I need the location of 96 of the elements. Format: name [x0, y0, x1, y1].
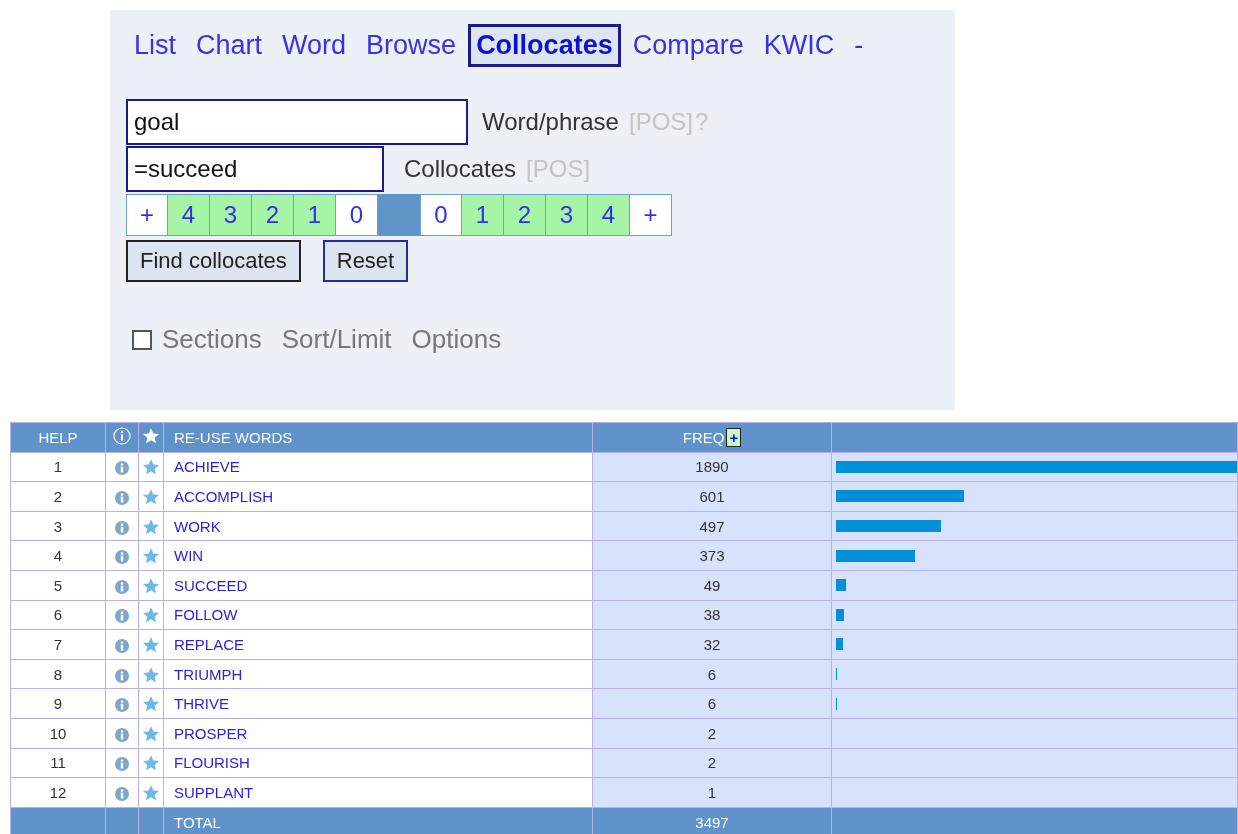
star-icon[interactable] — [142, 517, 160, 536]
reset-button[interactable]: Reset — [322, 240, 409, 282]
sections-link[interactable]: Sections — [162, 324, 262, 355]
info-icon[interactable] — [115, 638, 129, 653]
rank-cell: 7 — [10, 629, 106, 660]
word-link[interactable]: REPLACE — [163, 629, 593, 660]
star-icon[interactable] — [142, 754, 160, 773]
rank-cell: 3 — [10, 511, 106, 541]
word-link[interactable]: SUCCEED — [163, 570, 593, 601]
span-cell[interactable]: 0 — [420, 194, 462, 236]
freq-cell: 2 — [592, 718, 832, 749]
span-cell[interactable]: + — [630, 194, 672, 236]
word-link[interactable]: TRIUMPH — [163, 659, 593, 689]
star-icon[interactable] — [142, 576, 160, 595]
span-cell[interactable]: 0 — [336, 194, 378, 236]
total-cell: 3497 — [592, 807, 832, 834]
nav-tab[interactable]: Compare — [624, 24, 752, 67]
freq-cell: 32 — [592, 629, 832, 660]
star-icon[interactable] — [142, 665, 160, 684]
checkbox[interactable] — [132, 329, 152, 350]
star-icon[interactable] — [142, 724, 160, 743]
star-icon[interactable] — [142, 547, 160, 566]
span-cell[interactable]: 1 — [294, 194, 336, 236]
sort-link[interactable]: Sort/Limit — [281, 324, 392, 355]
word-link[interactable]: WORK — [163, 511, 593, 541]
word-link[interactable]: SUPPLANT — [163, 777, 593, 808]
span-cell[interactable]: 4 — [588, 194, 630, 236]
info-icon[interactable] — [115, 727, 129, 742]
info-icon[interactable] — [115, 668, 129, 683]
span-cell[interactable]: 2 — [252, 194, 294, 236]
rank-cell: 10 — [10, 718, 106, 749]
freq-cell: 1890 — [592, 452, 832, 482]
info-header-icon — [113, 426, 131, 445]
node-marker — [378, 194, 420, 236]
freq-cell: 1 — [592, 777, 832, 808]
info-icon[interactable] — [115, 579, 129, 594]
rank-cell: 8 — [10, 659, 106, 689]
info-icon[interactable] — [115, 786, 129, 801]
total-label: TOTAL — [163, 807, 593, 834]
span-cell[interactable]: 3 — [210, 194, 252, 236]
rank-cell: 6 — [10, 600, 106, 630]
star-icon[interactable] — [142, 606, 160, 625]
nav-tab[interactable]: - — [846, 24, 872, 67]
collocates-field[interactable]: =succeed — [126, 146, 384, 192]
word-link[interactable]: FOLLOW — [163, 600, 593, 630]
span-cell[interactable]: 4 — [168, 194, 210, 236]
freq-cell: 38 — [592, 600, 832, 630]
word-link[interactable]: PROSPER — [163, 718, 593, 749]
word-link[interactable]: FLOURISH — [163, 748, 593, 778]
nav-tab[interactable]: List — [126, 24, 185, 67]
find-button[interactable]: Find collocates — [126, 240, 301, 282]
span-cell[interactable]: 2 — [504, 194, 546, 236]
nav-tab[interactable]: Chart — [188, 24, 271, 67]
info-icon[interactable] — [115, 461, 129, 476]
star-icon[interactable] — [142, 488, 160, 506]
rank-cell: 2 — [10, 481, 106, 512]
freq-cell: 6 — [592, 659, 832, 689]
word-link[interactable]: ACCOMPLISH — [163, 481, 593, 512]
freq-cell: 373 — [592, 540, 832, 571]
word-link[interactable]: ACHIEVE — [163, 452, 593, 482]
freq-cell: 49 — [592, 570, 832, 601]
field-label: Word/phrase — [482, 108, 619, 136]
star-icon[interactable] — [142, 635, 160, 654]
info-icon[interactable] — [115, 550, 129, 565]
freq-cell: 6 — [592, 688, 832, 719]
rank-cell: 5 — [10, 570, 106, 601]
star-icon[interactable] — [142, 458, 160, 477]
rank-cell: 4 — [10, 540, 106, 571]
rank-cell: 9 — [10, 688, 106, 719]
nav-tab[interactable]: Word — [274, 24, 355, 67]
rank-cell: 1 — [10, 452, 106, 482]
freq-cell: 601 — [592, 481, 832, 512]
info-icon[interactable] — [115, 609, 129, 624]
word-field[interactable]: goal — [126, 99, 468, 145]
span-cell[interactable]: + — [126, 194, 168, 236]
word-link[interactable]: WIN — [163, 540, 593, 571]
info-icon[interactable] — [115, 491, 129, 505]
word-link[interactable]: THRIVE — [163, 688, 593, 719]
field-label: Collocates — [404, 154, 517, 183]
star-icon[interactable] — [142, 695, 160, 714]
nav-tab[interactable]: Collocates — [468, 24, 621, 67]
star-header-icon[interactable] — [142, 426, 160, 445]
span-cell[interactable]: 1 — [462, 194, 504, 236]
star-icon[interactable] — [142, 783, 160, 802]
rank-cell: 11 — [10, 748, 106, 778]
nav-tab[interactable]: Browse — [358, 24, 465, 67]
info-icon[interactable] — [115, 520, 129, 535]
freq-cell: 497 — [592, 511, 832, 541]
info-icon[interactable] — [115, 757, 129, 772]
freq-cell: 2 — [592, 748, 832, 778]
options-link[interactable]: Options — [411, 324, 502, 355]
nav-tab[interactable]: KWIC — [755, 24, 843, 67]
rank-cell: 12 — [10, 777, 106, 808]
info-icon[interactable] — [115, 698, 129, 713]
span-cell[interactable]: 3 — [546, 194, 588, 236]
add-button[interactable]: + — [726, 427, 742, 447]
